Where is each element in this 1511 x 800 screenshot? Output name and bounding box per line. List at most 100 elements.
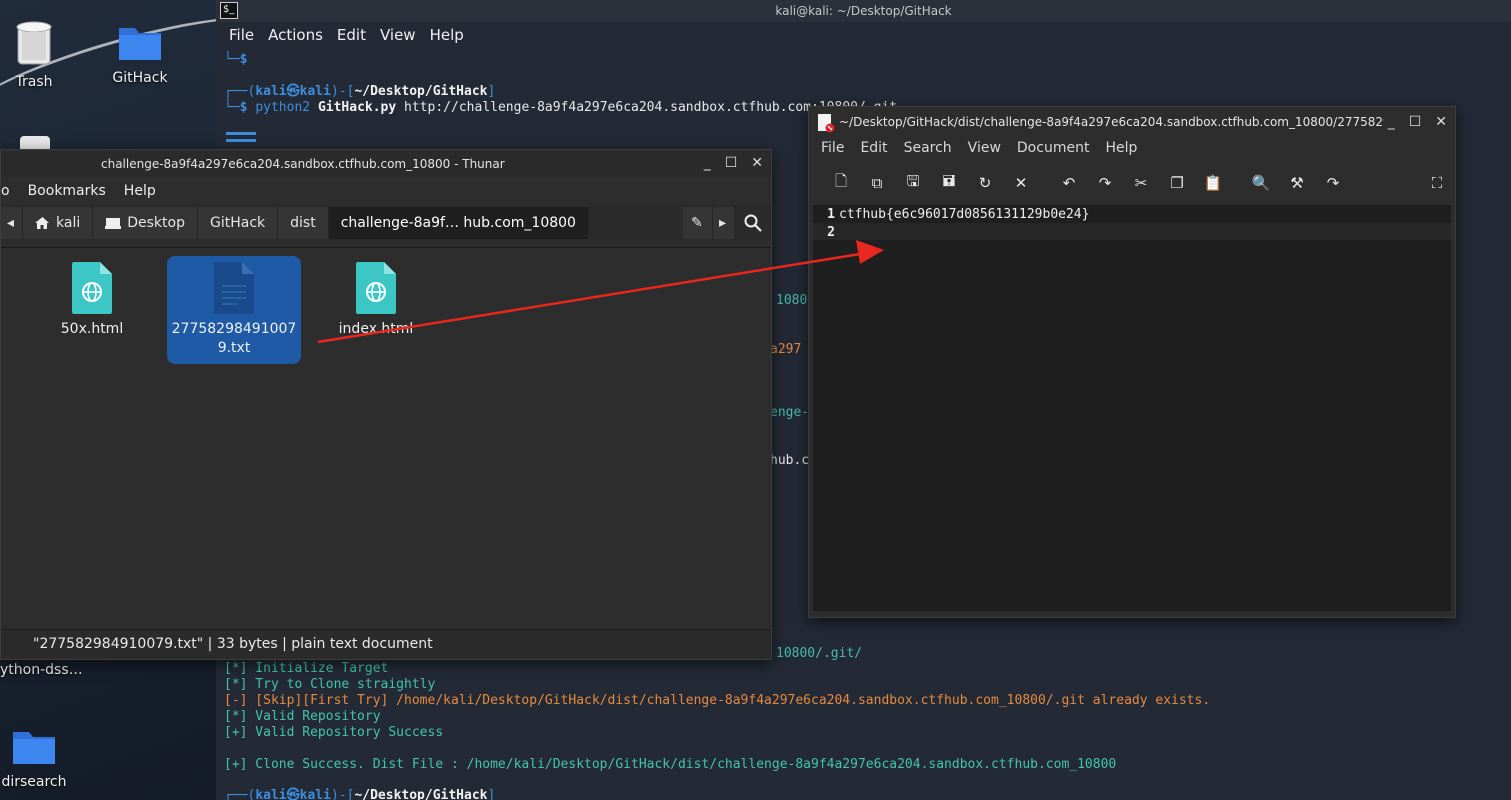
mousepad-menu-edit[interactable]: Edit: [852, 137, 895, 163]
breadcrumb-current[interactable]: challenge-8a9f… hub.com_10800: [328, 207, 589, 239]
breadcrumb-label: challenge-8a9f… hub.com_10800: [340, 215, 576, 231]
mousepad-title: ~/Desktop/GitHack/dist/challenge-8a9f4a2…: [839, 115, 1384, 129]
command-line: └─$ python2 GitHack.py http://challenge-…: [224, 100, 898, 115]
terminal-menu-file[interactable]: File: [222, 22, 261, 48]
output-line-text: [-] [Skip][First Try] /home/kali/Desktop…: [224, 693, 1211, 708]
breadcrumb-label: kali: [56, 215, 81, 231]
output-line-text: [+] Clone Success. Dist File : /home/kal…: [224, 757, 1117, 772]
mousepad-window[interactable]: ~/Desktop/GitHack/dist/challenge-8a9f4a2…: [808, 106, 1456, 618]
folder-icon: [13, 732, 55, 764]
go-to-line-icon[interactable]: ↷: [1315, 174, 1351, 192]
breadcrumb-githack[interactable]: GitHack: [197, 207, 279, 239]
prompt-dollar: $: [239, 52, 248, 67]
text-editor-area[interactable]: 1 ctfhub{e6c96017d0856131129b0e24} 2: [813, 205, 1451, 611]
terminal-menu-view[interactable]: View: [373, 22, 423, 48]
close-document-icon[interactable]: ✕: [1003, 174, 1039, 192]
thunar-menu-help[interactable]: Help: [115, 178, 165, 205]
current-line-highlight: [813, 223, 1451, 240]
copy-icon[interactable]: ❐: [1159, 174, 1195, 192]
maximize-icon[interactable]: ☐: [725, 155, 738, 171]
breadcrumb-label: GitHack: [209, 215, 266, 231]
prompt-host: kali: [299, 788, 331, 800]
maximize-icon[interactable]: ☐: [1409, 114, 1422, 130]
html-file-icon: [356, 262, 396, 314]
prompt-user: kali: [255, 788, 287, 800]
terminal-menu-edit[interactable]: Edit: [330, 22, 373, 48]
trash-icon: [16, 21, 52, 65]
prompt-end-line: └─$: [224, 52, 248, 67]
mousepad-menu-search[interactable]: Search: [896, 137, 960, 163]
text-file-icon: [214, 262, 254, 314]
terminal-menu-actions[interactable]: Actions: [261, 22, 330, 48]
save-as-icon[interactable]: 🖬: [931, 171, 967, 196]
prompt-host: kali: [299, 84, 331, 99]
mousepad-menu-help[interactable]: Help: [1097, 137, 1145, 163]
desktop-icon-githack[interactable]: GitHack: [95, 22, 185, 86]
paste-icon[interactable]: 📋: [1195, 174, 1231, 192]
prompt-path: ~/Desktop/GitHack: [354, 84, 488, 99]
output-line: [+] Clone Success. Dist File : /home/kal…: [224, 757, 1116, 773]
thunar-menu-bookmarks[interactable]: Bookmarks: [19, 178, 115, 205]
fullscreen-icon[interactable]: ⛶: [1419, 174, 1455, 192]
desktop-icon: [105, 217, 122, 229]
desktop-icon-file-partial[interactable]: [0, 134, 80, 150]
thunar-pathbar: ◂ kali Desktop GitHack dist challenge-8a…: [1, 205, 771, 241]
desktop-icon-label: Trash: [15, 74, 53, 90]
terminal-fragment: enge-: [770, 405, 810, 420]
close-icon[interactable]: ✕: [1435, 114, 1447, 130]
file-item-txt-selected[interactable]: 277582984910079.txt: [167, 256, 301, 364]
desktop-icon-dirsearch[interactable]: dirsearch: [0, 726, 79, 790]
desktop-icon-label: dirsearch: [1, 774, 67, 790]
file-item-index-html[interactable]: index.html: [309, 260, 443, 364]
redo-icon[interactable]: ↷: [1087, 174, 1123, 192]
search-icon[interactable]: 🔍: [1243, 174, 1279, 192]
line-text: ctfhub{e6c96017d0856131129b0e24}: [839, 207, 1090, 222]
output-line-text: [*] Initialize Target: [224, 661, 389, 676]
thunar-window[interactable]: challenge-8a9f4a297e6ca204.sandbox.ctfhu…: [0, 149, 772, 660]
mousepad-toolbar: 🗋 ⧉ 🖫 🖬 ↻ ✕ ↶ ↷ ✂ ❐ 📋 🔍 ⚒ ↷ ⛶: [809, 163, 1455, 203]
new-window-icon[interactable]: ⧉: [859, 174, 895, 192]
terminal-fragment: a297: [770, 342, 802, 357]
desktop-icon-trash[interactable]: Trash: [0, 18, 79, 90]
close-icon[interactable]: ✕: [751, 155, 763, 171]
output-line: [+] Valid Repository Success: [224, 725, 443, 741]
mousepad-menu-file[interactable]: File: [813, 137, 852, 163]
thunar-titlebar: challenge-8a9f4a297e6ca204.sandbox.ctfhu…: [1, 150, 771, 178]
chevron-left-icon[interactable]: ◂: [1, 207, 23, 239]
thunar-statusbar: "277582984910079.txt" | 33 bytes | plain…: [1, 629, 771, 659]
breadcrumb-label: Desktop: [127, 215, 185, 231]
mousepad-titlebar: ~/Desktop/GitHack/dist/challenge-8a9f4a2…: [809, 107, 1455, 137]
breadcrumb-kali[interactable]: kali: [23, 207, 94, 239]
reload-icon[interactable]: ↻: [967, 174, 1003, 192]
chevron-right-icon[interactable]: ▸: [713, 207, 735, 239]
cut-icon[interactable]: ✂: [1123, 174, 1159, 192]
file-item-50x-html[interactable]: 50x.html: [25, 260, 159, 364]
folder-icon: [119, 28, 161, 60]
line-number: 2: [827, 225, 835, 240]
minimize-icon[interactable]: _: [704, 155, 711, 171]
undo-icon[interactable]: ↶: [1051, 174, 1087, 192]
edit-path-icon[interactable]: ✎: [683, 207, 713, 239]
mousepad-menu-view[interactable]: View: [960, 137, 1009, 163]
prompt-at: ㉿: [286, 84, 300, 99]
mousepad-window-controls: _ ☐ ✕: [1388, 114, 1447, 130]
new-document-icon[interactable]: 🗋: [823, 171, 859, 196]
terminal-titlebar: $_ kali@kali: ~/Desktop/GitHack: [216, 0, 1511, 22]
desktop-icon-label: ython-dss…: [0, 662, 83, 678]
mousepad-menu-document[interactable]: Document: [1009, 137, 1098, 163]
terminal-menubar: File Actions Edit View Help: [216, 22, 1511, 48]
thunar-title: challenge-8a9f4a297e6ca204.sandbox.ctfhu…: [101, 157, 505, 171]
save-icon[interactable]: 🖫: [895, 171, 931, 196]
output-line-text: [+] Valid Repository Success: [224, 725, 444, 740]
breadcrumb-desktop[interactable]: Desktop: [93, 207, 198, 239]
breadcrumb-dist[interactable]: dist: [278, 207, 329, 239]
terminal-menu-help[interactable]: Help: [423, 22, 471, 48]
desktop-icon-python-dss[interactable]: ython-dss…: [0, 658, 88, 678]
prompt-user: kali: [255, 84, 287, 99]
thunar-menu-go[interactable]: o: [1, 178, 19, 205]
minimize-icon[interactable]: _: [1388, 114, 1395, 130]
thunar-file-view[interactable]: 50x.html 277582984910079.txt index.html: [1, 247, 771, 629]
search-icon[interactable]: [735, 214, 771, 232]
text-editor-app-icon: [818, 114, 835, 133]
find-replace-icon[interactable]: ⚒: [1279, 174, 1315, 192]
